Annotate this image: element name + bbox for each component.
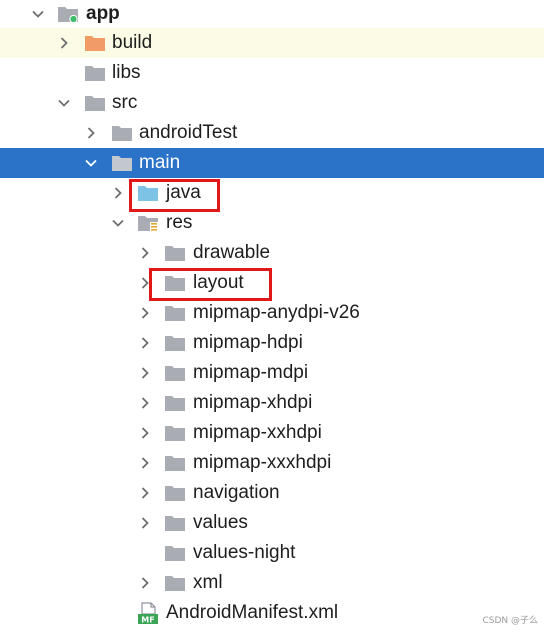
chevron-right-icon[interactable]: [137, 455, 153, 471]
tree-row-mipmap-anydpi-v26[interactable]: mipmap-anydpi-v26: [0, 298, 544, 328]
chevron-right-icon[interactable]: [137, 425, 153, 441]
resources-folder-icon: [137, 213, 159, 233]
folder-icon: [84, 63, 106, 83]
project-tree: app build libs src androidTest main java…: [0, 0, 544, 628]
tree-label-main: main: [139, 152, 181, 173]
folder-icon: [164, 453, 186, 473]
tree-label-xml: xml: [193, 572, 223, 593]
tree-row-android-manifest[interactable]: MF AndroidManifest.xml: [0, 598, 544, 628]
tree-label-values-night: values-night: [193, 542, 296, 563]
chevron-right-icon[interactable]: [83, 125, 99, 141]
chevron-right-icon[interactable]: [137, 515, 153, 531]
folder-icon: [164, 543, 186, 563]
tree-row-mipmap-mdpi[interactable]: mipmap-mdpi: [0, 358, 544, 388]
folder-icon: [84, 93, 106, 113]
tree-label-libs: libs: [112, 62, 141, 83]
tree-row-mipmap-xhdpi[interactable]: mipmap-xhdpi: [0, 388, 544, 418]
folder-icon: [164, 333, 186, 353]
chevron-right-icon[interactable]: [137, 245, 153, 261]
tree-row-main[interactable]: main: [0, 148, 544, 178]
chevron-right-icon[interactable]: [137, 575, 153, 591]
folder-icon: [164, 423, 186, 443]
tree-label-mipmap-hdpi: mipmap-hdpi: [193, 332, 303, 353]
folder-icon: [164, 393, 186, 413]
chevron-right-icon[interactable]: [137, 335, 153, 351]
tree-label-drawable: drawable: [193, 242, 271, 263]
tree-row-values-night[interactable]: values-night: [0, 538, 544, 568]
tree-row-mipmap-xxxhdpi[interactable]: mipmap-xxxhdpi: [0, 448, 544, 478]
tree-label-androidtest: androidTest: [139, 122, 238, 143]
tree-label-mipmap-xhdpi: mipmap-xhdpi: [193, 392, 313, 413]
tree-row-libs[interactable]: libs: [0, 58, 544, 88]
highlight-box-java: [129, 179, 220, 212]
tree-label-build: build: [112, 32, 153, 53]
tree-row-mipmap-hdpi[interactable]: mipmap-hdpi: [0, 328, 544, 358]
folder-icon: [111, 153, 133, 173]
tree-row-navigation[interactable]: navigation: [0, 478, 544, 508]
tree-row-mipmap-xxhdpi[interactable]: mipmap-xxhdpi: [0, 418, 544, 448]
chevron-right-icon[interactable]: [137, 395, 153, 411]
chevron-down-icon[interactable]: [56, 95, 72, 111]
chevron-down-icon[interactable]: [30, 6, 46, 22]
chevron-right-icon[interactable]: [137, 485, 153, 501]
module-folder-icon: [57, 4, 79, 24]
watermark-text: CSDN @子么: [482, 616, 538, 626]
folder-icon: [164, 303, 186, 323]
tree-row-drawable[interactable]: drawable: [0, 238, 544, 268]
tree-label-mipmap-xxxhdpi: mipmap-xxxhdpi: [193, 452, 332, 473]
folder-icon: [164, 573, 186, 593]
tree-row-values[interactable]: values: [0, 508, 544, 538]
tree-label-navigation: navigation: [193, 482, 280, 503]
tree-label-mipmap-xxhdpi: mipmap-xxhdpi: [193, 422, 322, 443]
tree-row-java[interactable]: java: [0, 178, 544, 208]
tree-label-src: src: [112, 92, 138, 113]
tree-label-res: res: [166, 212, 193, 233]
tree-row-xml[interactable]: xml: [0, 568, 544, 598]
folder-icon: [164, 513, 186, 533]
chevron-right-icon[interactable]: [110, 185, 126, 201]
folder-icon: [111, 123, 133, 143]
excluded-folder-icon: [84, 33, 106, 53]
folder-icon: [164, 243, 186, 263]
tree-label-mipmap-mdpi: mipmap-mdpi: [193, 362, 309, 383]
tree-row-res[interactable]: res: [0, 208, 544, 238]
folder-icon: [164, 363, 186, 383]
chevron-right-icon[interactable]: [137, 305, 153, 321]
chevron-down-icon[interactable]: [83, 155, 99, 171]
highlight-box-layout: [149, 268, 272, 301]
chevron-right-icon[interactable]: [56, 35, 72, 51]
tree-row-src[interactable]: src: [0, 88, 544, 118]
tree-label-mipmap-anydpi-v26: mipmap-anydpi-v26: [193, 302, 360, 323]
tree-label-app: app: [86, 3, 120, 24]
tree-row-layout[interactable]: layout: [0, 268, 544, 298]
tree-row-app[interactable]: app: [0, 0, 544, 28]
tree-row-androidtest[interactable]: androidTest: [0, 118, 544, 148]
folder-icon: [164, 483, 186, 503]
manifest-badge-text: MF: [141, 616, 154, 625]
chevron-down-icon[interactable]: [110, 215, 126, 231]
manifest-file-icon: MF: [137, 602, 159, 625]
tree-row-build[interactable]: build: [0, 28, 544, 58]
tree-label-values: values: [193, 512, 248, 533]
tree-label-android-manifest: AndroidManifest.xml: [166, 602, 339, 623]
chevron-right-icon[interactable]: [137, 365, 153, 381]
